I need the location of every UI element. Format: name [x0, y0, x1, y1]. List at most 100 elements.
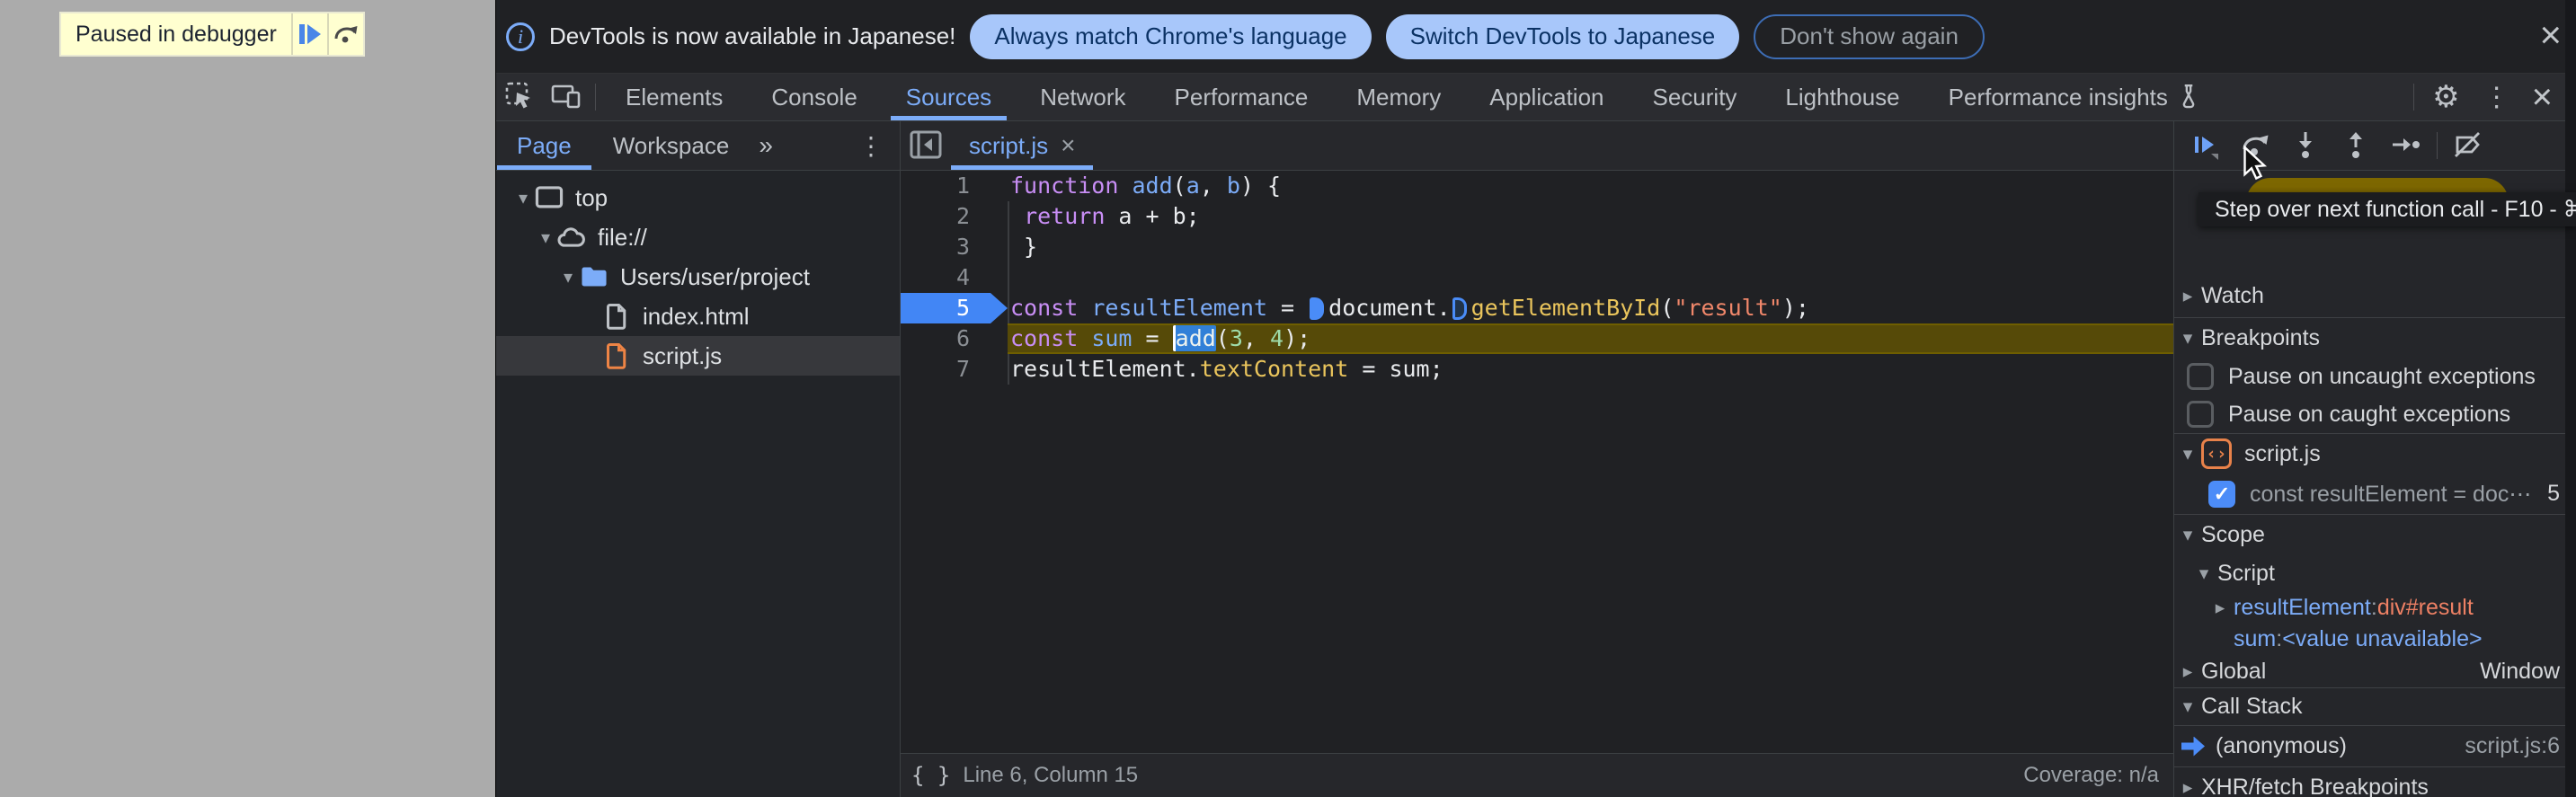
- deactivate-breakpoints-button[interactable]: [2443, 124, 2493, 167]
- tree-item-top[interactable]: ▾ top: [496, 178, 900, 217]
- infobar-close-icon[interactable]: ×: [2539, 16, 2562, 54]
- tab-console[interactable]: Console: [747, 74, 881, 120]
- toast-step-over-button[interactable]: [326, 13, 363, 55]
- toggle-device-toolbar-button[interactable]: [543, 74, 590, 120]
- line-number[interactable]: 2: [901, 201, 1008, 232]
- more-options-icon[interactable]: ⋮: [2473, 82, 2521, 113]
- step-out-button[interactable]: [2331, 124, 2381, 167]
- scope-label: Scope: [2201, 521, 2265, 547]
- hide-navigator-button[interactable]: [901, 121, 951, 170]
- editor-status-bar: { } Line 6, Column 15 Coverage: n/a: [901, 753, 2173, 797]
- navigator-menu-icon[interactable]: ⋮: [842, 121, 900, 170]
- tab-page[interactable]: Page: [496, 121, 592, 170]
- chevron-down-icon[interactable]: ▾: [535, 226, 556, 249]
- step-button[interactable]: [2381, 124, 2431, 167]
- breakpoint-badge[interactable]: 5: [901, 293, 1008, 323]
- scope-prop-row[interactable]: sum: <value unavailable>: [2174, 624, 2576, 655]
- close-devtools-icon[interactable]: ×: [2521, 79, 2563, 115]
- tab-security[interactable]: Security: [1629, 74, 1762, 120]
- section-watch[interactable]: ▸ Watch: [2174, 274, 2576, 317]
- resume-button[interactable]: [2180, 124, 2230, 167]
- scope-prop-row[interactable]: ▸ resultElement: div#result: [2174, 592, 2576, 624]
- section-xhr-breakpoints[interactable]: ▸ XHR/fetch Breakpoints: [2174, 766, 2576, 797]
- tab-performance[interactable]: Performance: [1150, 74, 1333, 120]
- chevron-down-icon[interactable]: ▾: [557, 266, 579, 288]
- prop-value: div#result: [2376, 595, 2474, 620]
- editor-tab-scriptjs[interactable]: script.js ×: [951, 121, 1094, 170]
- code-token: ,: [1242, 325, 1271, 351]
- section-scope[interactable]: ▾ Scope: [2174, 514, 2576, 554]
- code-line-text[interactable]: const sum = add(3, 4);: [1008, 323, 2173, 354]
- code-line-3[interactable]: 3 }: [901, 232, 2173, 262]
- tab-lighthouse[interactable]: Lighthouse: [1761, 74, 1923, 120]
- checkbox-unchecked[interactable]: [2187, 401, 2214, 428]
- code-line-7[interactable]: 7 resultElement.textContent = sum;: [901, 354, 2173, 385]
- chevron-down-icon[interactable]: ▾: [512, 187, 534, 209]
- pause-uncaught-row[interactable]: Pause on uncaught exceptions: [2174, 358, 2576, 395]
- more-tabs-chevron-icon[interactable]: »: [750, 121, 782, 170]
- code-token: 3: [1229, 325, 1243, 351]
- tab-sources[interactable]: Sources: [882, 74, 1016, 120]
- line-number[interactable]: 1: [901, 171, 1008, 201]
- resume-script-button[interactable]: [290, 13, 327, 55]
- code-line-text[interactable]: const resultElement = document. getElemen…: [1008, 293, 2173, 323]
- scope-script-row[interactable]: ▾ Script: [2174, 554, 2576, 592]
- global-label: Global: [2201, 658, 2267, 684]
- navigator-tabs: Page Workspace » ⋮: [496, 121, 900, 171]
- dont-show-again-button[interactable]: Don't show again: [1754, 13, 1985, 59]
- tab-memory[interactable]: Memory: [1332, 74, 1465, 120]
- code-line-5[interactable]: 5 const resultElement = document. getEleme…: [901, 293, 2173, 323]
- tree-item-users-user-project[interactable]: ▾ Users/user/project: [496, 257, 900, 297]
- line-number[interactable]: 7: [901, 354, 1008, 385]
- tree-item-script-js[interactable]: script.js: [496, 336, 900, 376]
- call-stack-frame-row[interactable]: (anonymous) script.js:6: [2174, 725, 2576, 766]
- breakpoint-file-group[interactable]: ▾ ‹› script.js: [2174, 433, 2576, 474]
- code-token: ,: [1199, 173, 1227, 199]
- breakpoint-entry-row[interactable]: ✓ const resultElement = doc⋯ 5: [2174, 474, 2576, 514]
- main-tab-list: Elements Console Sources Network Performance…: [601, 74, 2225, 120]
- line-number[interactable]: 4: [901, 262, 1008, 293]
- tab-performance-insights[interactable]: Performance insights: [1924, 74, 2225, 120]
- line-number[interactable]: 6: [901, 323, 1008, 354]
- toolbar-separator: [2437, 132, 2438, 159]
- line-number[interactable]: 3: [901, 232, 1008, 262]
- checkbox-unchecked[interactable]: [2187, 363, 2214, 390]
- code-line-2[interactable]: 2 return a + b;: [901, 201, 2173, 232]
- code-line-6[interactable]: 6 const sum = add(3, 4);: [901, 323, 2173, 354]
- code-line-text[interactable]: [1008, 262, 2173, 293]
- code-line-text[interactable]: resultElement.textContent = sum;: [1008, 354, 2173, 385]
- code-token: function: [1010, 173, 1119, 199]
- inspect-element-button[interactable]: [496, 74, 543, 120]
- code-line-text[interactable]: function add(a, b) {: [1008, 171, 2173, 201]
- tab-network[interactable]: Network: [1016, 74, 1150, 120]
- code-line-1[interactable]: 1 function add(a, b) {: [901, 171, 2173, 201]
- coverage-label: Coverage: n/a: [2023, 763, 2159, 787]
- code-token: sum: [1091, 325, 1133, 351]
- inline-breakpoint-icon[interactable]: [1310, 297, 1325, 320]
- inline-breakpoint-candidate-icon[interactable]: [1452, 297, 1467, 320]
- step-into-button[interactable]: [2280, 124, 2331, 167]
- always-match-language-button[interactable]: Always match Chrome's language: [970, 13, 1372, 59]
- code-token: "result": [1674, 295, 1782, 321]
- close-tab-icon[interactable]: ×: [1061, 131, 1075, 160]
- tab-workspace[interactable]: Workspace: [592, 121, 751, 170]
- tree-item-file-[interactable]: ▾ file://: [496, 217, 900, 257]
- section-call-stack[interactable]: ▾ Call Stack: [2174, 687, 2576, 725]
- code-line-4[interactable]: 4: [901, 262, 2173, 293]
- pretty-print-icon[interactable]: { }: [901, 763, 963, 788]
- scope-global-row[interactable]: ▸ Global Window: [2174, 655, 2576, 687]
- tree-item-index-html[interactable]: index.html: [496, 297, 900, 336]
- settings-gear-icon[interactable]: ⚙: [2420, 79, 2472, 115]
- checkbox-checked[interactable]: ✓: [2208, 480, 2235, 508]
- section-breakpoints[interactable]: ▾ Breakpoints: [2174, 317, 2576, 358]
- tab-application[interactable]: Application: [1465, 74, 1628, 120]
- code-line-text[interactable]: return a + b;: [1008, 201, 2173, 232]
- pause-caught-row[interactable]: Pause on caught exceptions: [2174, 395, 2576, 433]
- switch-devtools-japanese-button[interactable]: Switch DevTools to Japanese: [1385, 13, 1740, 59]
- code-editor[interactable]: 1 function add(a, b) {2 return a + b; 3 } 4…: [901, 171, 2173, 753]
- code-line-text[interactable]: }: [1008, 232, 2173, 262]
- current-frame-icon: [2181, 736, 2205, 757]
- tab-elements[interactable]: Elements: [601, 74, 747, 120]
